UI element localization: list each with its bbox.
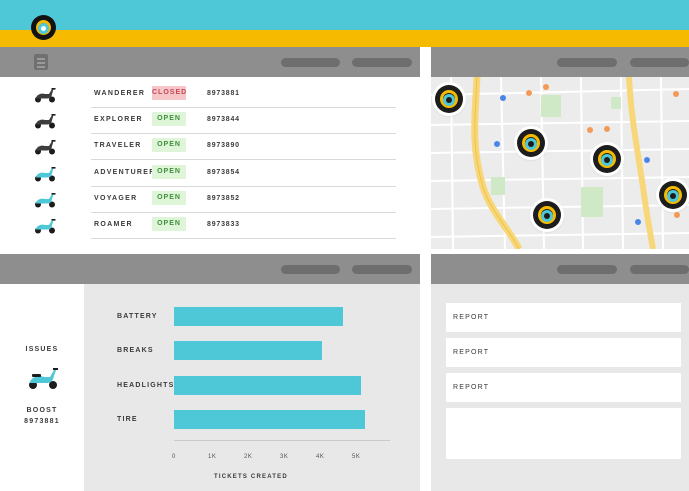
vehicle-name: ADVENTURER bbox=[94, 168, 156, 176]
x-tick-label: 0 bbox=[172, 454, 176, 460]
vehicle-id: 8973881 bbox=[207, 90, 240, 97]
scooter-location-pin[interactable] bbox=[533, 201, 561, 229]
status-badge: OPEN bbox=[152, 217, 186, 231]
report-empty-slot[interactable] bbox=[446, 408, 681, 459]
header-control-pill[interactable] bbox=[557, 265, 617, 274]
x-tick-label: 1K bbox=[208, 454, 217, 460]
fleet-panel: WANDERER CLOSED 8973881 EXPLORER OPEN 8973844… bbox=[0, 47, 420, 249]
header-control-pill[interactable] bbox=[630, 58, 689, 67]
issues-panel: ISSUES BOOST 8973881 TICKETS CREATED BAT… bbox=[0, 254, 420, 491]
scooter-icon bbox=[33, 87, 57, 103]
vehicle-name: EXPLORER bbox=[94, 116, 143, 124]
scooter-icon bbox=[33, 139, 57, 155]
header-control-pill[interactable] bbox=[352, 265, 412, 274]
x-tick-label: 3K bbox=[280, 454, 289, 460]
vehicle-name: TRAVELER bbox=[94, 142, 142, 150]
stack-icon[interactable] bbox=[34, 54, 48, 70]
header-control-pill[interactable] bbox=[281, 58, 340, 67]
vehicle-name: ROAMER bbox=[94, 221, 133, 228]
scooter-location-pin[interactable] bbox=[435, 85, 463, 113]
map-streets bbox=[431, 77, 689, 249]
status-badge: OPEN bbox=[152, 164, 186, 179]
scooter-icon bbox=[33, 192, 57, 208]
issues-panel-header bbox=[0, 254, 420, 284]
category-label: TIRE bbox=[117, 416, 138, 423]
fleet-row[interactable]: EXPLORER OPEN 8973844 bbox=[0, 108, 420, 135]
report-label: REPORT bbox=[453, 384, 490, 391]
issues-sidebar: ISSUES BOOST 8973881 bbox=[0, 284, 84, 491]
header-control-pill[interactable] bbox=[281, 265, 340, 274]
x-tick-label: 2K bbox=[244, 454, 253, 460]
category-label: BREAKS bbox=[117, 347, 154, 354]
status-badge: OPEN bbox=[152, 190, 186, 205]
status-badge: OPEN bbox=[152, 112, 186, 127]
row-divider bbox=[91, 238, 396, 239]
x-tick-label: 4K bbox=[316, 454, 325, 460]
report-list: REPORT REPORT REPORT bbox=[431, 284, 689, 491]
report-panel-header bbox=[431, 254, 689, 284]
scooter-location-pin[interactable] bbox=[659, 181, 687, 209]
vehicle-name: BOOST bbox=[26, 407, 58, 414]
x-tick-label: 5K bbox=[352, 454, 361, 460]
header-control-pill[interactable] bbox=[557, 58, 617, 67]
vehicle-id: 8973833 bbox=[207, 221, 240, 228]
vehicle-id: 8973854 bbox=[207, 168, 240, 176]
accent-bar bbox=[0, 30, 689, 47]
scooter-location-pin[interactable] bbox=[517, 129, 545, 157]
fleet-row[interactable]: WANDERER CLOSED 8973881 bbox=[0, 82, 420, 108]
header-control-pill[interactable] bbox=[352, 58, 412, 67]
category-label: BATTERY bbox=[117, 313, 158, 320]
bar-battery[interactable] bbox=[174, 307, 344, 326]
scooter-icon bbox=[33, 218, 57, 234]
scooter-icon bbox=[29, 368, 58, 389]
vehicle-id: 8973881 bbox=[24, 418, 60, 425]
status-badge: CLOSED bbox=[152, 86, 186, 100]
tickets-bar-chart: TICKETS CREATED BATTERY BREAKS HEADLIGHTS T… bbox=[84, 284, 420, 491]
vehicle-name: WANDERER bbox=[94, 90, 146, 97]
issues-title: ISSUES bbox=[25, 346, 59, 353]
scooter-location-pin[interactable] bbox=[593, 145, 621, 173]
vehicle-name: VOYAGER bbox=[94, 194, 138, 202]
fleet-row[interactable]: ADVENTURER OPEN 8973854 bbox=[0, 161, 420, 187]
fleet-row[interactable]: TRAVELER OPEN 8973890 bbox=[0, 134, 420, 161]
header-control-pill[interactable] bbox=[630, 265, 689, 274]
status-badge: OPEN bbox=[152, 138, 186, 153]
top-bar bbox=[0, 0, 689, 30]
map-panel bbox=[431, 47, 689, 249]
report-item[interactable]: REPORT bbox=[446, 373, 681, 402]
x-axis-line bbox=[174, 440, 390, 441]
report-item[interactable]: REPORT bbox=[446, 338, 681, 367]
category-label: HEADLIGHTS bbox=[117, 382, 175, 389]
scooter-icon bbox=[33, 166, 57, 182]
vehicle-id: 8973852 bbox=[207, 194, 240, 202]
report-label: REPORT bbox=[453, 349, 490, 356]
report-panel: REPORT REPORT REPORT bbox=[431, 254, 689, 491]
fleet-row[interactable]: VOYAGER OPEN 8973852 bbox=[0, 187, 420, 213]
fleet-row[interactable]: ROAMER OPEN 8973833 bbox=[0, 213, 420, 239]
scooter-icon bbox=[33, 113, 57, 129]
x-axis-label: TICKETS CREATED bbox=[214, 474, 288, 480]
vehicle-id: 8973890 bbox=[207, 142, 240, 150]
logo-icon[interactable] bbox=[31, 15, 56, 40]
fleet-panel-header bbox=[0, 47, 420, 77]
bar-tire[interactable] bbox=[174, 410, 365, 429]
bar-headlights[interactable] bbox=[174, 376, 362, 395]
report-label: REPORT bbox=[453, 314, 490, 321]
report-item[interactable]: REPORT bbox=[446, 303, 681, 332]
vehicle-id: 8973844 bbox=[207, 116, 240, 124]
map-panel-header bbox=[431, 47, 689, 77]
bar-breaks[interactable] bbox=[174, 341, 322, 360]
map-view[interactable] bbox=[431, 77, 689, 249]
